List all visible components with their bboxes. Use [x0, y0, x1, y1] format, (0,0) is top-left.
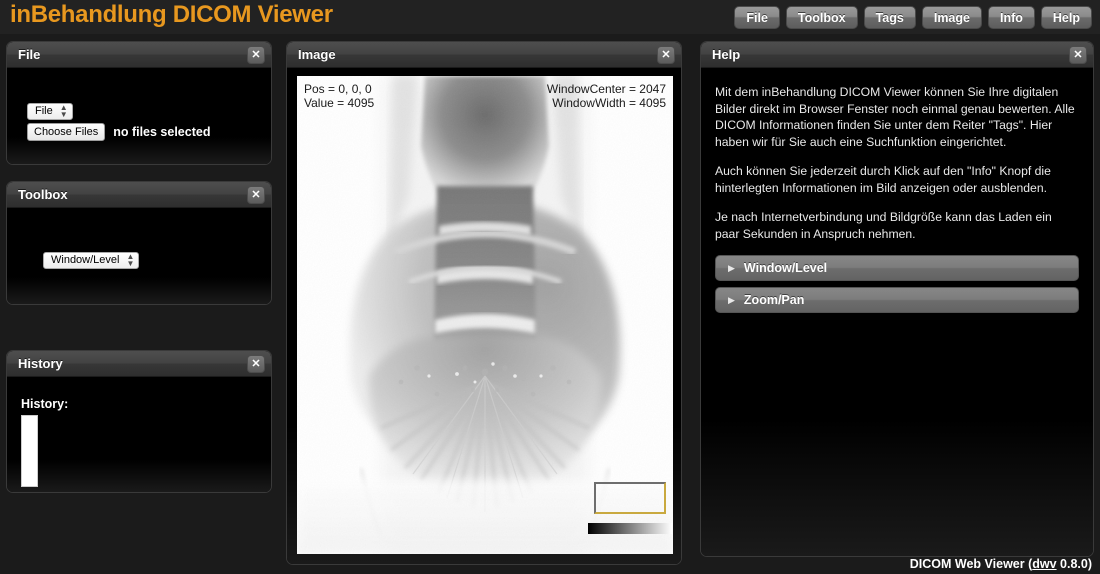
- footer-suffix: 0.8.0): [1056, 557, 1092, 571]
- nav-button-help[interactable]: Help: [1040, 6, 1092, 29]
- file-source-row: File ▲ ▼: [27, 101, 73, 120]
- tool-select[interactable]: Window/Level ▲ ▼: [43, 251, 140, 269]
- file-panel-header: File ✕: [7, 42, 271, 68]
- chevron-right-icon: ▶: [728, 262, 735, 273]
- stepper-arrows-icon: ▲ ▼: [126, 252, 135, 268]
- file-source-select[interactable]: File ▲ ▼: [27, 102, 73, 120]
- accordion-item-zoom-pan[interactable]: ▶ Zoom/Pan: [715, 287, 1079, 313]
- help-paragraph-1: Mit dem inBehandlung DICOM Viewer können…: [715, 85, 1075, 149]
- close-icon[interactable]: ✕: [247, 355, 265, 373]
- choose-files-button[interactable]: Choose Files: [27, 123, 106, 141]
- roi-rectangle[interactable]: [594, 482, 666, 514]
- accordion-label: Window/Level: [743, 261, 828, 275]
- image-panel: Image ✕ Pos = 0, 0, 0 Value = 4095 Windo…: [286, 41, 682, 565]
- history-panel-body: History:: [7, 377, 271, 492]
- help-paragraph-2: Auch können Sie jederzeit durch Klick au…: [715, 164, 1051, 195]
- tool-select-row: Window/Level ▲ ▼: [43, 250, 140, 269]
- close-icon[interactable]: ✕: [247, 186, 265, 204]
- nav-button-info[interactable]: Info: [987, 6, 1035, 29]
- nav-button-file[interactable]: File: [734, 6, 780, 29]
- file-status-label: no files selected: [113, 125, 211, 139]
- toolbox-panel-title: Toolbox: [18, 187, 68, 202]
- close-icon[interactable]: ✕: [657, 46, 675, 64]
- history-panel: History ✕ History:: [6, 350, 272, 493]
- main-nav: File Toolbox Tags Image Info Help: [734, 6, 1092, 29]
- help-panel: Help ✕ Mit dem inBehandlung DICOM Viewer…: [700, 41, 1094, 557]
- close-icon[interactable]: ✕: [1069, 46, 1087, 64]
- footer-prefix: DICOM Web Viewer (: [909, 557, 1033, 571]
- file-input-row: Choose Files no files selected: [27, 123, 210, 141]
- accordion-item-window-level[interactable]: ▶ Window/Level: [715, 255, 1079, 281]
- file-panel-title: File: [18, 47, 41, 62]
- stepper-arrows-icon: ▲ ▼: [59, 103, 68, 119]
- file-panel: File ✕ File ▲ ▼ Choose Files no files sel…: [6, 41, 272, 165]
- help-paragraph-3: Je nach Internetverbindung und Bildgröße…: [715, 210, 1052, 241]
- app-title: inBehandlung DICOM Viewer: [10, 1, 333, 28]
- tool-select-value: Window/Level: [51, 254, 120, 266]
- image-panel-body: Pos = 0, 0, 0 Value = 4095 WindowCenter …: [287, 68, 681, 564]
- top-bar: inBehandlung DICOM Viewer File Toolbox T…: [0, 0, 1100, 34]
- toolbox-panel: Toolbox ✕ Window/Level ▲ ▼: [6, 181, 272, 305]
- close-icon[interactable]: ✕: [247, 46, 265, 64]
- toolbox-panel-body: Window/Level ▲ ▼: [7, 208, 271, 304]
- history-panel-title: History: [18, 356, 63, 371]
- help-panel-title: Help: [712, 47, 741, 62]
- history-label: History:: [21, 397, 69, 411]
- history-panel-header: History ✕: [7, 351, 271, 377]
- toolbox-panel-header: Toolbox ✕: [7, 182, 271, 208]
- footer-credit: DICOM Web Viewer (dwv 0.8.0): [910, 557, 1092, 571]
- dwv-link[interactable]: dwv: [1032, 557, 1056, 571]
- file-panel-body: File ▲ ▼ Choose Files no files selected: [7, 68, 271, 164]
- accordion-label: Zoom/Pan: [743, 293, 805, 307]
- image-panel-title: Image: [298, 47, 336, 62]
- help-panel-header: Help ✕: [701, 42, 1093, 68]
- history-list[interactable]: [21, 415, 38, 487]
- file-source-value: File: [35, 105, 53, 117]
- help-panel-body: Mit dem inBehandlung DICOM Viewer können…: [701, 68, 1093, 556]
- nav-button-tags[interactable]: Tags: [863, 6, 916, 29]
- help-accordion: ▶ Window/Level ▶ Zoom/Pan: [715, 255, 1079, 313]
- image-panel-header: Image ✕: [287, 42, 681, 68]
- chevron-right-icon: ▶: [728, 294, 735, 305]
- grayscale-colorbar: [588, 523, 672, 534]
- dicom-image-canvas[interactable]: Pos = 0, 0, 0 Value = 4095 WindowCenter …: [297, 76, 673, 554]
- nav-button-image[interactable]: Image: [921, 6, 982, 29]
- nav-button-toolbox[interactable]: Toolbox: [785, 6, 858, 29]
